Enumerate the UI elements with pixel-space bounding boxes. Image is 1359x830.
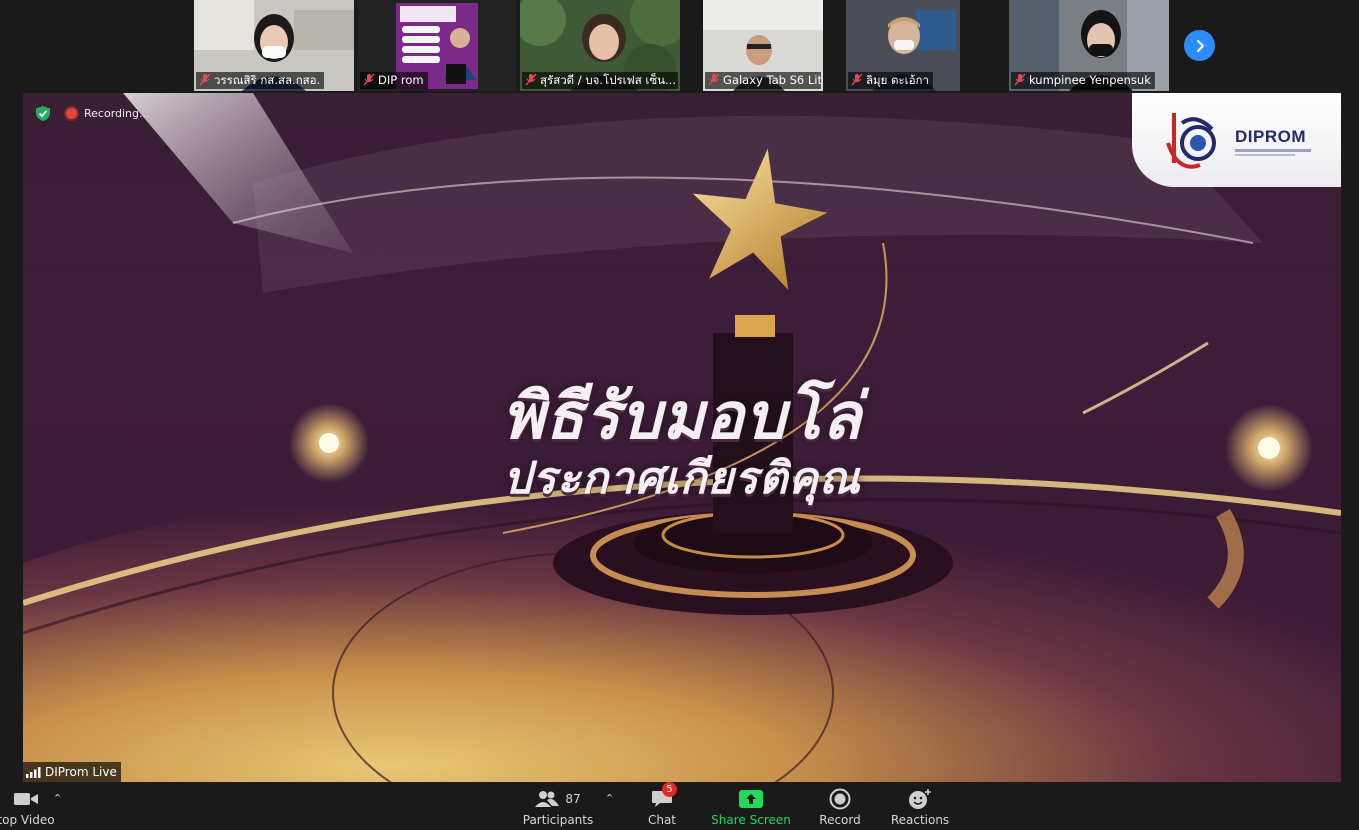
participant-name: สุรัสวดี / บจ.โปรเฟส เซ็น... — [522, 72, 678, 89]
participants-count: 87 — [565, 792, 581, 806]
stop-video-label: top Video — [0, 813, 55, 827]
recording-indicator[interactable]: Recording... — [66, 104, 150, 122]
mic-muted-icon — [1014, 73, 1026, 86]
participant-tile[interactable]: kumpinee Yenpensuk — [1009, 0, 1169, 91]
speaker-name-tag: DIProm Live — [23, 762, 121, 782]
logo-tagline — [1235, 149, 1311, 152]
participant-name: Galaxy Tab S6 Lite — [705, 72, 821, 89]
mic-muted-icon — [851, 73, 863, 86]
participant-name: ลิมุย ตะเอ้กา — [848, 72, 933, 89]
encryption-shield-icon[interactable] — [35, 105, 51, 122]
next-participants-button[interactable] — [1184, 30, 1215, 61]
shared-screen-view: พิธีรับมอบโล่ ประกาศเกียรติคุณ DIPROM Re… — [23, 93, 1341, 782]
participants-icon — [535, 791, 560, 807]
participants-label: Participants — [522, 813, 594, 827]
record-icon — [829, 788, 851, 810]
participant-name: วรรณสิริ กส.สล.กสอ. — [196, 72, 325, 89]
chat-unread-badge: 5 — [662, 782, 677, 797]
participants-options-caret-icon[interactable]: ⌃ — [605, 792, 614, 805]
diprom-emblem-icon — [1166, 113, 1216, 169]
recording-label: Recording... — [84, 106, 150, 120]
participant-strip: วรรณสิริ กส.สล.กสอ. DIP rom สุรัสวดี / บ… — [0, 0, 1359, 92]
participant-tile[interactable]: วรรณสิริ กส.สล.กสอ. — [194, 0, 354, 91]
ceremony-subtitle: ประกาศเกียรติคุณ — [503, 453, 861, 504]
video-camera-icon — [14, 793, 38, 805]
participants-button[interactable]: 87 Participants — [523, 782, 593, 830]
signal-strength-icon — [26, 766, 41, 778]
meeting-toolbar: top Video ⌃ 87 Participants ⌃ 5 Chat Sha… — [0, 782, 1359, 830]
reactions-smiley-icon — [909, 789, 931, 809]
logo-text: DIPROM — [1235, 127, 1306, 146]
record-label: Record — [819, 813, 861, 827]
mic-muted-icon — [708, 73, 720, 86]
reactions-button[interactable]: Reactions — [890, 782, 950, 830]
chat-label: Chat — [647, 813, 677, 827]
mic-muted-icon — [525, 73, 537, 86]
record-button[interactable]: Record — [817, 782, 863, 830]
stop-video-button[interactable]: top Video — [0, 782, 55, 830]
chevron-right-icon — [1196, 39, 1204, 52]
participant-tile[interactable]: DIP rom — [358, 0, 516, 91]
participant-tile[interactable]: Galaxy Tab S6 Lite — [703, 0, 823, 91]
speaker-name: DIProm Live — [45, 765, 117, 779]
participant-name: kumpinee Yenpensuk — [1011, 72, 1155, 89]
share-screen-label: Share Screen — [711, 813, 791, 827]
video-options-caret-icon[interactable]: ⌃ — [53, 792, 62, 805]
participant-name: DIP rom — [360, 72, 428, 89]
reactions-label: Reactions — [890, 813, 950, 827]
diprom-logo: DIPROM — [1132, 93, 1341, 187]
logo-tagline — [1235, 154, 1295, 156]
recording-dot-icon — [66, 107, 77, 119]
share-screen-icon — [739, 790, 763, 808]
share-screen-button[interactable]: Share Screen — [711, 782, 791, 830]
chat-button[interactable]: 5 Chat — [640, 782, 684, 830]
participant-tile[interactable]: สุรัสวดี / บจ.โปรเฟส เซ็น... — [520, 0, 680, 91]
participant-tile[interactable]: ลิมุย ตะเอ้กา — [846, 0, 960, 91]
mic-muted-icon — [363, 73, 375, 86]
mic-muted-icon — [199, 73, 211, 86]
